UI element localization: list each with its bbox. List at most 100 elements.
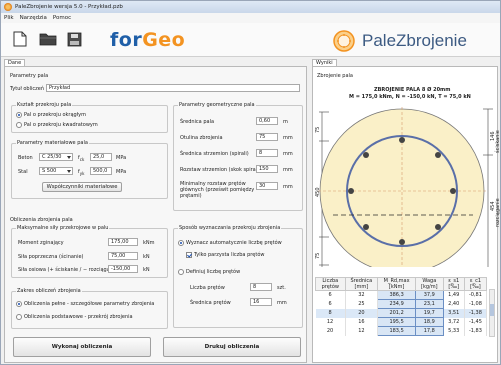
geometry-group: Parametry geometryczne pala Średnica pal… [173, 102, 303, 211]
full-calc-radio[interactable] [16, 301, 22, 307]
menu-file[interactable]: Plik [4, 15, 14, 21]
even-bars-checkbox[interactable] [186, 252, 192, 258]
moment-input[interactable]: 175,00 [108, 238, 138, 246]
new-file-icon [13, 31, 27, 47]
cover-input[interactable]: 75 [256, 133, 278, 141]
folder-icon [39, 33, 57, 46]
open-file-button[interactable] [38, 30, 58, 48]
calc-title-label: Tytuł obliczeń [10, 86, 45, 92]
stirrup-spacing-input[interactable]: 150 [256, 165, 278, 173]
geometry-title: Parametry geometryczne pala [178, 102, 256, 108]
toolbar: forGeo PaleZbrojenie [1, 23, 500, 57]
fck-unit: MPa [116, 155, 127, 161]
steel-label: Stal [18, 169, 28, 175]
method-group: Sposób wyznaczania przekroju zbrojenia W… [173, 225, 303, 328]
moment-label: Moment zginający [18, 240, 64, 246]
shear-label: Siła poprzeczna (ścinanie) [18, 254, 84, 260]
basic-calc-radio[interactable] [16, 314, 22, 320]
shape-title: Kształt przekroju pala [16, 102, 73, 108]
define-bars-label: Definiuj liczbę prętów [186, 269, 241, 275]
cover-label: Otulina zbrojenia [180, 135, 223, 141]
window-title: PaleZbrojenie wersja 5.0 - Przykład.pzb [15, 4, 123, 10]
define-bars-radio[interactable] [178, 269, 184, 275]
title-bar: PaleZbrojenie wersja 5.0 - Przykład.pzb [1, 1, 500, 13]
scrollbar-thumb[interactable] [490, 304, 494, 316]
moment-unit: kNm [143, 240, 155, 246]
pile-diameter-unit: m [283, 119, 288, 125]
concrete-select[interactable]: C 25/30 [39, 153, 73, 161]
drawing-title: ZBROJENIE PALA 8 Ø 20mm [374, 87, 451, 93]
results-panel: Zbrojenie pala ZBROJENIE PALA 8 Ø 20mm M… [312, 66, 501, 363]
table-row[interactable]: 12 16 195,5 18,9 3,72 -1,45 [315, 317, 488, 327]
save-icon [67, 32, 81, 46]
fyk-input[interactable]: 500,0 [90, 167, 112, 175]
col-ec1: ε_c1 [‰] [463, 277, 488, 291]
results-section-title: Zbrojenie pala [317, 73, 353, 79]
pile-diameter-input[interactable]: 0,60 [256, 117, 278, 125]
axial-label: Siła osiowa (+ ściskanie / − rozciąganie… [18, 267, 120, 273]
calc-title-input[interactable]: Przykład [46, 84, 300, 92]
dim-bottom-left: 75 [315, 252, 321, 259]
bars-count-input[interactable]: 8 [250, 283, 272, 291]
dim-mid-left: 450 [315, 187, 321, 197]
forces-title: Maksymalne siły przekrojowe w palu [16, 225, 110, 231]
round-shape-label: Pal o przekroju okrągłym [24, 112, 86, 118]
dim-right-bottom-label: rozciąganie [495, 198, 501, 227]
table-row[interactable]: 6 25 234,9 23,1 2,40 -1,08 [315, 299, 488, 309]
shear-input[interactable]: 75,00 [108, 252, 138, 260]
calc-section-title: Obliczenia zbrojenia pala [10, 217, 73, 223]
new-file-button[interactable] [10, 30, 30, 48]
auto-bars-radio[interactable] [178, 240, 184, 246]
axial-input[interactable]: -150,00 [108, 265, 138, 273]
save-button[interactable] [64, 30, 84, 48]
scope-group: Zakres obliczeń zbrojenia Obliczenia peł… [11, 288, 168, 329]
col-diameter: Średnica [mm] [344, 277, 379, 291]
concrete-label: Beton [18, 155, 33, 161]
forces-group: Maksymalne siły przekrojowe w palu Momen… [11, 225, 168, 278]
stirrup-spacing-unit: mm [283, 167, 293, 173]
results-table-header: Liczba prętów Średnica [mm] M_Rd,max [kN… [315, 277, 488, 291]
cover-unit: mm [283, 135, 293, 141]
fck-symbol: fck [78, 155, 85, 162]
axial-unit: kN [143, 267, 150, 273]
basic-calc-label: Obliczenia podstawowe - przekrój zbrojen… [24, 314, 133, 320]
table-row-selected[interactable]: 8 20 201,2 19,7 3,51 -1,38 [315, 308, 488, 318]
bars-diameter-label: Średnica prętów [190, 300, 231, 306]
stirrup-diameter-input[interactable]: 8 [256, 149, 278, 157]
brand-name: PaleZbrojenie [362, 31, 467, 50]
bars-count-unit: szt. [277, 285, 286, 291]
min-spacing-label-3: prętami) [180, 193, 202, 199]
table-row[interactable]: 20 12 183,5 17,8 5,33 -1,83 [315, 326, 488, 336]
stirrup-diameter-unit: mm [283, 151, 293, 157]
print-button[interactable]: Drukuj obliczenia [163, 337, 301, 357]
full-calc-label: Obliczenia pełne - szczegółowe parametry… [24, 301, 155, 307]
fck-input[interactable]: 25,0 [90, 153, 112, 161]
col-weight: Waga [kg/m] [415, 277, 444, 291]
shape-group: Kształt przekroju pala Pal o przekroju o… [11, 102, 168, 133]
min-spacing-unit: mm [283, 184, 293, 190]
app-brand: PaleZbrojenie [333, 30, 467, 52]
stirrup-spacing-label: Rozstaw strzemion (skok spirali) [180, 167, 261, 173]
app-window: PaleZbrojenie wersja 5.0 - Przykład.pzb … [0, 0, 501, 365]
col-es1: ε_s1 [‰] [442, 277, 465, 291]
col-bars: Liczba prętów [315, 277, 346, 291]
menu-tools[interactable]: Narzędzia [20, 15, 47, 21]
square-shape-radio[interactable] [16, 122, 22, 128]
round-shape-radio[interactable] [16, 112, 22, 118]
material-group: Parametry materiałowe pala Beton C 25/30… [11, 140, 168, 199]
material-coef-button[interactable]: Współczynniki materiałowe [42, 182, 122, 192]
bars-diameter-input[interactable]: 16 [250, 298, 272, 306]
min-spacing-input[interactable]: 30 [256, 182, 278, 190]
bars-count-label: Liczba prętów [190, 285, 225, 291]
method-title: Sposób wyznaczania przekroju zbrojenia [178, 225, 282, 231]
steel-select[interactable]: S 500 [39, 167, 73, 175]
even-bars-label: Tylko parzysta liczba prętów [194, 252, 265, 258]
compute-button[interactable]: Wykonaj obliczenia [13, 337, 151, 357]
stirrup-diameter-label: Średnica strzemion (spirali) [180, 151, 249, 157]
fyk-symbol: fyk [78, 169, 85, 176]
table-scrollbar[interactable] [489, 289, 495, 337]
col-mrd: M_Rd,max [kNm] [377, 277, 417, 291]
menu-help[interactable]: Pomoc [53, 15, 71, 21]
table-row[interactable]: 6 32 386,3 37,9 1,49 -0,81 [315, 290, 488, 300]
pile-section-drawing [318, 107, 493, 267]
